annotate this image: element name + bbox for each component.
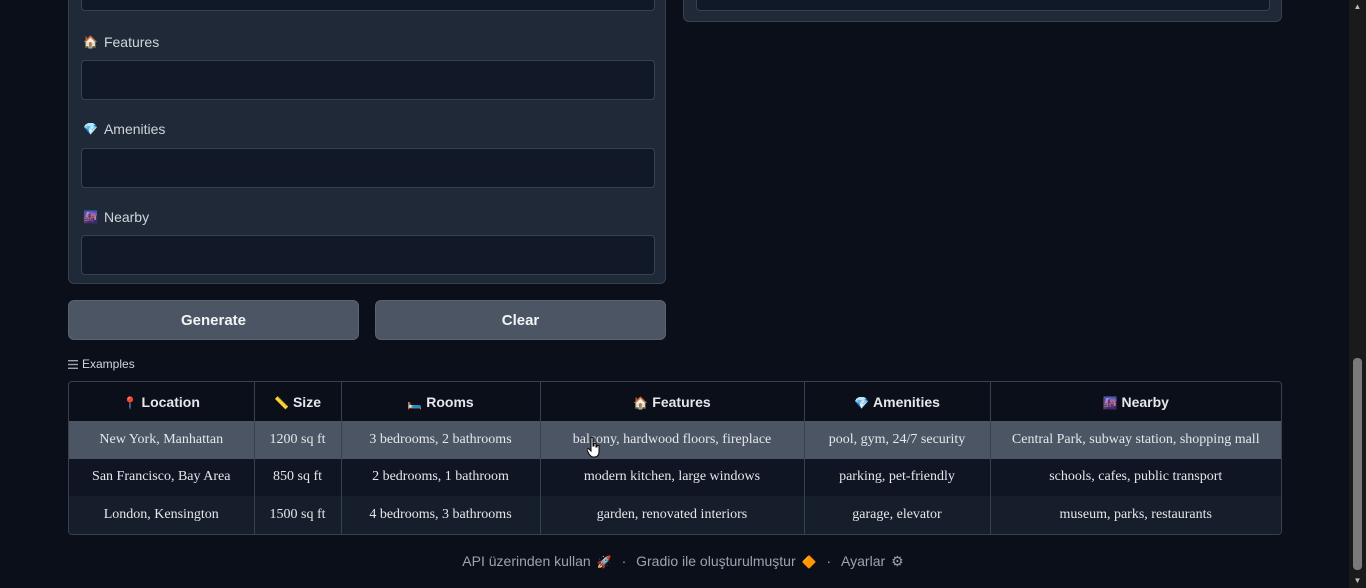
cityscape-icon: 🌆 [83,210,98,224]
column-header-text: Location [141,393,200,410]
list-icon [68,359,78,369]
scroll-down-icon[interactable]: ▼ [1353,576,1362,586]
column-header-amenities: 💎 Amenities [804,382,991,421]
example-cell[interactable]: schools, cafes, public transport [990,458,1281,497]
example-cell[interactable]: Central Park, subway station, shopping m… [990,421,1281,459]
previous-input-field[interactable] [81,0,655,11]
example-cell[interactable]: London, Kensington [69,496,255,534]
footer-separator: · [621,553,627,569]
amenities-label: 💎 Amenities [83,121,165,137]
scrollbar-thumb[interactable] [1353,358,1362,570]
nearby-label: 🌆 Nearby [83,209,149,225]
amenities-input[interactable] [81,148,655,188]
features-input[interactable] [81,60,655,100]
gem-icon: 💎 [83,122,98,136]
scrollbar[interactable]: ▲ ▼ [1349,0,1366,588]
examples-table: 📍 Location 📏 Size 🛏️ Rooms 🏠 Features 💎 Ameni… [68,381,1282,535]
footer: API üzerinden kullan 🚀 · Gradio ile oluşt… [0,553,1366,570]
example-cell[interactable]: pool, gym, 24/7 security [804,421,991,459]
example-cell[interactable]: 3 bedrooms, 2 bathrooms [341,421,541,459]
column-header-text: Size [292,393,321,410]
api-link[interactable]: API üzerinden kullan [462,553,590,569]
example-cell[interactable]: New York, Manhattan [69,421,255,459]
features-label-text: Features [103,34,160,50]
house-icon: 🏠 [633,395,649,410]
example-row[interactable]: New York, Manhattan 1200 sq ft 3 bedroom… [69,421,1281,459]
example-cell[interactable]: garden, renovated interiors [540,496,805,534]
gradio-link[interactable]: Gradio ile oluşturulmuştur [636,553,796,569]
features-label: 🏠 Features [83,34,159,50]
column-header-size: 📏 Size [254,382,342,421]
input-panel: 🏠 Features 💎 Amenities 🌆 Nearby [68,0,666,284]
column-header-location: 📍 Location [69,382,255,421]
hand-cursor-icon [587,437,600,458]
example-row[interactable]: San Francisco, Bay Area 850 sq ft 2 bedr… [69,458,1281,497]
ruler-icon: 📏 [274,395,289,410]
output-panel [683,0,1282,22]
settings-link[interactable]: Ayarlar [841,553,885,569]
column-header-features: 🏠 Features [540,382,805,421]
rocket-icon: 🚀 [596,555,612,569]
column-header-text: Amenities [873,393,940,410]
cityscape-icon: 🌆 [1102,395,1118,410]
gear-icon: ⚙ [891,553,904,569]
example-cell[interactable]: museum, parks, restaurants [990,496,1281,534]
example-row[interactable]: London, Kensington 1500 sq ft 4 bedrooms… [69,496,1281,534]
nearby-input[interactable] [81,235,655,275]
example-cell[interactable]: 1500 sq ft [254,496,342,534]
examples-header-row: 📍 Location 📏 Size 🛏️ Rooms 🏠 Features 💎 Ameni… [69,382,1281,421]
example-cell[interactable]: modern kitchen, large windows [540,458,805,497]
example-cell[interactable]: parking, pet-friendly [804,458,991,497]
gradio-logo-icon: 🔶 [801,555,817,569]
column-header-text: Rooms [426,393,474,410]
column-header-nearby: 🌆 Nearby [990,382,1281,421]
examples-label: Examples [82,357,135,371]
column-header-text: Nearby [1121,393,1169,410]
output-field[interactable] [696,0,1270,11]
column-header-text: Features [652,393,711,410]
examples-header: Examples [68,357,135,371]
example-cell[interactable]: 4 bedrooms, 3 bathrooms [341,496,541,534]
amenities-label-text: Amenities [103,121,166,137]
example-cell[interactable]: 2 bedrooms, 1 bathroom [341,458,541,497]
example-cell[interactable]: 850 sq ft [254,458,342,497]
gem-icon: 💎 [854,395,870,410]
column-header-rooms: 🛏️ Rooms [341,382,541,421]
house-icon: 🏠 [83,35,98,49]
example-cell[interactable]: 1200 sq ft [254,421,342,459]
bed-icon: 🛏️ [407,395,423,410]
clear-button[interactable]: Clear [375,300,666,340]
example-cell[interactable]: San Francisco, Bay Area [69,458,255,497]
example-cell[interactable]: garage, elevator [804,496,991,534]
generate-button[interactable]: Generate [68,300,359,340]
example-cell[interactable]: balcony, hardwood floors, fireplace [540,421,805,459]
footer-separator: · [826,553,832,569]
pin-icon: 📍 [122,395,138,410]
nearby-label-text: Nearby [103,209,150,225]
scroll-up-icon[interactable]: ▲ [1353,2,1362,12]
